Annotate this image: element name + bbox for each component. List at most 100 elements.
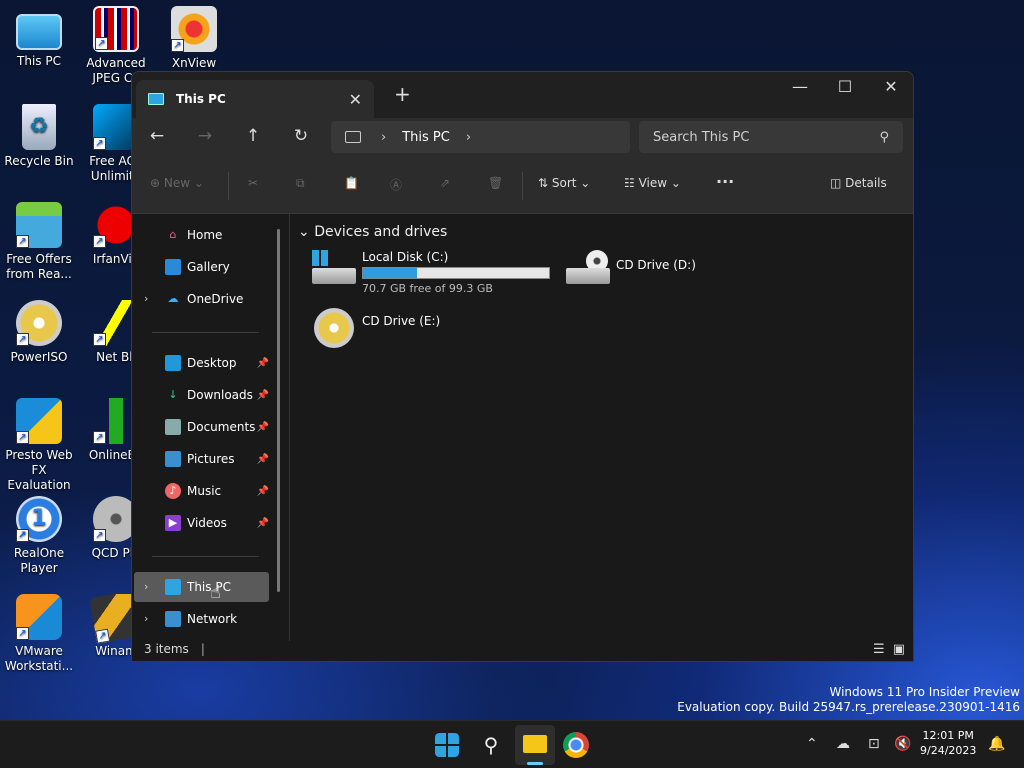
nav-scrollbar[interactable] bbox=[277, 229, 280, 592]
view-button[interactable]: ☷ View ⌄ bbox=[624, 176, 681, 190]
divider bbox=[228, 172, 229, 200]
drive-name: CD Drive (D:) bbox=[616, 258, 696, 272]
drive-usage-fill bbox=[363, 268, 417, 278]
new-tab-button[interactable]: + bbox=[394, 82, 411, 106]
minimize-button[interactable]: — bbox=[777, 72, 823, 102]
up-button[interactable]: ↑ bbox=[241, 126, 265, 146]
desktop-icon-poweriso[interactable]: ↗ PowerISO bbox=[1, 300, 77, 365]
command-bar: ⊕ New ⌄ ✂ ⧉ 📋 Ⓐ ⇗ 🗑 ⇅ Sort ⌄ ☷ View ⌄ ··… bbox=[132, 158, 913, 214]
watermark-line-1: Windows 11 Pro Insider Preview bbox=[829, 685, 1020, 699]
nav-item-desktop[interactable]: Desktop 📌 bbox=[165, 350, 269, 376]
search-input[interactable]: Search This PC ⚲ bbox=[639, 121, 903, 153]
nav-label: Network bbox=[187, 612, 238, 626]
nav-item-gallery[interactable]: Gallery bbox=[165, 254, 269, 280]
expand-chevron-icon[interactable]: › bbox=[144, 580, 148, 593]
tab-this-pc[interactable]: This PC ✕ bbox=[136, 80, 374, 118]
onedrive-tray-icon[interactable]: ☁ bbox=[836, 736, 850, 752]
desktop-icon-free-offers[interactable]: ↗ Free Offers from Rea... bbox=[1, 202, 77, 282]
large-icons-view-icon[interactable]: ▣ bbox=[893, 642, 905, 657]
nav-label: Videos bbox=[187, 516, 227, 530]
content-pane[interactable]: ⌄ Devices and drives Local Disk (C:) 70.… bbox=[289, 214, 913, 641]
share-button[interactable]: ⇗ bbox=[440, 176, 450, 190]
copy-button[interactable]: ⧉ bbox=[296, 176, 305, 191]
breadcrumb-this-pc[interactable]: This PC bbox=[402, 130, 450, 145]
pin-icon[interactable]: 📌 bbox=[257, 358, 269, 369]
nav-item-music[interactable]: ♪ Music 📌 bbox=[165, 478, 269, 504]
chevron-right-icon[interactable]: › bbox=[381, 130, 386, 145]
back-button[interactable]: ← bbox=[145, 126, 169, 146]
desktop-icon-label: Free Offers from Rea... bbox=[6, 252, 72, 281]
network-tray-icon[interactable]: ⊡ bbox=[868, 736, 880, 752]
pin-icon[interactable]: 📌 bbox=[257, 454, 269, 465]
expand-chevron-icon[interactable]: › bbox=[144, 292, 148, 305]
notification-bell-icon[interactable]: 🔔 bbox=[988, 736, 1005, 752]
nav-item-downloads[interactable]: ↓ Downloads 📌 bbox=[165, 382, 269, 408]
divider bbox=[152, 556, 259, 557]
music-icon: ♪ bbox=[165, 483, 181, 499]
group-header-devices[interactable]: ⌄ Devices and drives bbox=[298, 224, 447, 240]
new-button[interactable]: ⊕ New ⌄ bbox=[150, 176, 204, 190]
search-icon: ⚲ bbox=[879, 129, 889, 145]
nav-item-videos[interactable]: ▶ Videos 📌 bbox=[165, 510, 269, 536]
delete-button[interactable]: 🗑 bbox=[488, 176, 503, 190]
chevron-right-icon[interactable]: › bbox=[466, 130, 471, 145]
refresh-button[interactable]: ↻ bbox=[289, 126, 313, 146]
expand-chevron-icon[interactable]: › bbox=[144, 612, 148, 625]
desktop-icon-xnview[interactable]: ↗ XnView bbox=[156, 6, 232, 71]
document-icon bbox=[165, 419, 181, 435]
pin-icon[interactable]: 📌 bbox=[257, 390, 269, 401]
vmware-icon: ↗ bbox=[16, 594, 62, 640]
sort-button[interactable]: ⇅ Sort ⌄ bbox=[538, 176, 590, 190]
clock-time: 12:01 PM bbox=[922, 729, 974, 742]
paste-button[interactable]: 📋 bbox=[344, 176, 359, 190]
cd-drive-icon bbox=[312, 308, 358, 354]
rename-button[interactable]: Ⓐ bbox=[390, 176, 402, 193]
drive-item-c[interactable]: Local Disk (C:) 70.7 GB free of 99.3 GB bbox=[312, 250, 550, 295]
divider bbox=[152, 332, 259, 333]
start-button[interactable] bbox=[435, 733, 459, 757]
maximize-button[interactable]: ☐ bbox=[822, 72, 868, 102]
nav-item-documents[interactable]: Documents 📌 bbox=[165, 414, 269, 440]
nav-item-onedrive[interactable]: ☁ OneDrive bbox=[165, 286, 269, 312]
close-tab-icon[interactable]: ✕ bbox=[349, 90, 362, 109]
file-explorer-taskbar-icon[interactable] bbox=[515, 725, 555, 765]
close-window-button[interactable]: ✕ bbox=[868, 72, 913, 102]
pin-icon[interactable]: 📌 bbox=[257, 422, 269, 433]
desktop-icon-label: This PC bbox=[17, 54, 61, 68]
status-bar: 3 items | ☰ ▣ bbox=[132, 637, 913, 661]
chrome-taskbar-icon[interactable] bbox=[563, 732, 589, 758]
nav-label: Gallery bbox=[187, 260, 230, 274]
cut-button[interactable]: ✂ bbox=[248, 176, 258, 190]
address-bar[interactable]: › This PC › bbox=[331, 121, 630, 153]
nav-item-home[interactable]: ⌂ Home bbox=[165, 222, 269, 248]
drive-item-e[interactable]: CD Drive (E:) bbox=[312, 308, 440, 354]
view-label: View bbox=[638, 176, 668, 190]
drive-name: CD Drive (E:) bbox=[362, 314, 441, 328]
file-explorer-window[interactable]: This PC ✕ + — ☐ ✕ ← → ↑ ↻ › This PC › Se… bbox=[131, 71, 914, 662]
nav-label: Desktop bbox=[187, 356, 237, 370]
search-taskbar-icon[interactable]: ⚲ bbox=[475, 729, 507, 761]
desktop-icon-label: PowerISO bbox=[10, 350, 68, 364]
volume-muted-icon[interactable]: 🔇 bbox=[894, 736, 911, 752]
drive-usage-bar bbox=[362, 267, 550, 279]
more-options-button[interactable]: ··· bbox=[716, 172, 734, 191]
desktop-icon-vmware[interactable]: ↗ VMware Workstati... bbox=[1, 594, 77, 674]
nav-item-pictures[interactable]: Pictures 📌 bbox=[165, 446, 269, 472]
desktop-icon-recycle-bin[interactable]: ♻ Recycle Bin bbox=[1, 104, 77, 169]
nav-item-network[interactable]: Network bbox=[165, 606, 269, 632]
desktop-icon-presto[interactable]: ↗ Presto Web FX Evaluation bbox=[1, 398, 77, 493]
this-pc-icon bbox=[148, 93, 164, 105]
pin-icon[interactable]: 📌 bbox=[257, 518, 269, 529]
desktop-icon-realone[interactable]: 1 ↗ RealOne Player bbox=[1, 496, 77, 576]
desktop-icon-this-pc[interactable]: This PC bbox=[1, 10, 77, 69]
show-hidden-icons-button[interactable]: ⌃ bbox=[806, 736, 818, 752]
forward-button[interactable]: → bbox=[193, 126, 217, 146]
drive-item-d[interactable]: CD Drive (D:) bbox=[566, 250, 696, 290]
divider: | bbox=[200, 642, 205, 656]
pin-icon[interactable]: 📌 bbox=[257, 486, 269, 497]
details-button[interactable]: ◫ Details bbox=[830, 176, 887, 190]
divider bbox=[522, 172, 523, 200]
title-bar[interactable]: This PC ✕ + — ☐ ✕ bbox=[132, 72, 913, 118]
details-view-icon[interactable]: ☰ bbox=[873, 642, 885, 657]
clock[interactable]: 12:01 PM 9/24/2023 bbox=[920, 728, 976, 758]
